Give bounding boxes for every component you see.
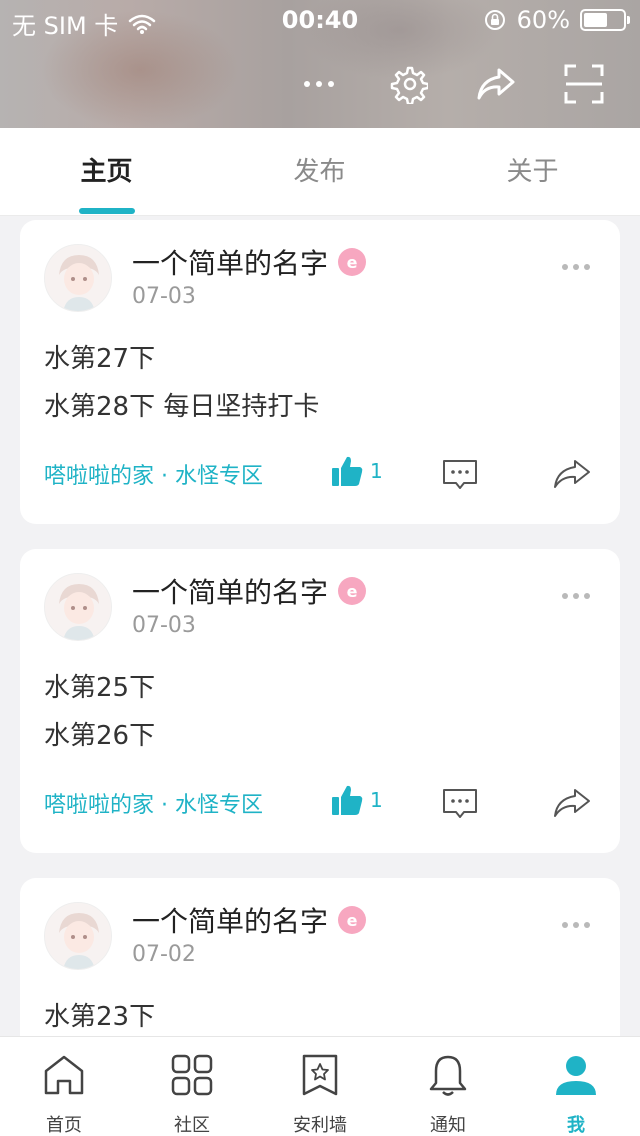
- post-card[interactable]: 一个简单的名字 e 07-03 水第25下 水第26下 嗒啦啦的家 · 水怪专区…: [20, 549, 620, 853]
- comment-icon: [443, 789, 477, 818]
- nav-home[interactable]: 首页: [0, 1037, 128, 1136]
- avatar[interactable]: [44, 573, 112, 641]
- settings-gear-icon[interactable]: [384, 60, 432, 108]
- post-community-tags[interactable]: 嗒啦啦的家 · 水怪专区: [44, 458, 263, 490]
- avatar[interactable]: [44, 244, 112, 312]
- post-text-line: 水第28下 每日坚持打卡: [44, 392, 320, 422]
- tab-posts[interactable]: 发布: [213, 128, 426, 216]
- comment-button[interactable]: [442, 787, 478, 819]
- level-badge-icon: e: [338, 906, 367, 934]
- bottom-tab-bar: 首页 社区 安利墙 通知 我: [0, 1036, 640, 1136]
- scan-icon[interactable]: [560, 60, 608, 108]
- nav-label: 首页: [46, 1115, 82, 1136]
- profile-header: 无 SIM 卡 00:40 60%: [0, 0, 640, 128]
- post-date: 07-03: [132, 613, 196, 638]
- battery-icon: [580, 9, 630, 31]
- battery-percent: 60%: [516, 6, 570, 34]
- nav-recommend-wall[interactable]: 安利墙: [256, 1037, 384, 1136]
- nav-me[interactable]: 我: [512, 1037, 640, 1136]
- more-options-icon[interactable]: [562, 922, 590, 928]
- share-icon: [554, 460, 590, 488]
- nav-label: 安利墙: [293, 1115, 347, 1136]
- nav-label: 社区: [174, 1115, 210, 1136]
- comment-button[interactable]: [442, 458, 478, 490]
- user-icon: [556, 1056, 596, 1095]
- avatar[interactable]: [44, 902, 112, 970]
- nav-community[interactable]: 社区: [128, 1037, 256, 1136]
- post-text-line: 水第23下: [44, 1002, 156, 1032]
- share-post-button[interactable]: [552, 787, 592, 819]
- level-badge-icon: e: [338, 577, 367, 605]
- like-button[interactable]: 1: [330, 454, 383, 488]
- share-post-button[interactable]: [552, 458, 592, 490]
- post-card[interactable]: 一个简单的名字 e 07-02 水第23下: [20, 878, 620, 1058]
- tab-about[interactable]: 关于: [426, 128, 639, 216]
- post-card[interactable]: 一个简单的名字 e 07-03 水第27下 水第28下 每日坚持打卡 嗒啦啦的家…: [20, 220, 620, 524]
- post-text-line: 水第27下: [44, 344, 156, 374]
- nav-label: 通知: [430, 1115, 466, 1136]
- post-text-line: 水第25下: [44, 673, 156, 703]
- username[interactable]: 一个简单的名字: [132, 242, 328, 282]
- more-icon[interactable]: [295, 60, 343, 108]
- rotation-lock-icon: [484, 10, 505, 30]
- thumbs-up-icon: [332, 456, 363, 486]
- post-author[interactable]: 一个简单的名字 e: [132, 571, 367, 611]
- status-right: 60%: [483, 6, 630, 34]
- nav-label: 我: [567, 1115, 585, 1136]
- post-author[interactable]: 一个简单的名字 e: [132, 900, 367, 940]
- post-author[interactable]: 一个简单的名字 e: [132, 242, 367, 282]
- username[interactable]: 一个简单的名字: [132, 571, 328, 611]
- home-icon: [44, 1055, 84, 1095]
- share-icon: [554, 789, 590, 817]
- grid-icon: [171, 1054, 213, 1096]
- level-badge-icon: e: [338, 248, 367, 276]
- tab-home[interactable]: 主页: [0, 128, 213, 216]
- battery-fill: [584, 13, 607, 27]
- like-button[interactable]: 1: [330, 783, 383, 817]
- post-community-tags[interactable]: 嗒啦啦的家 · 水怪专区: [44, 787, 263, 819]
- status-bar: 无 SIM 卡 00:40 60%: [0, 0, 640, 40]
- thumbs-up-icon: [332, 785, 363, 815]
- bookmark-star-icon: [302, 1054, 338, 1096]
- post-date: 07-02: [132, 942, 196, 967]
- post-text-line: 水第26下: [44, 721, 156, 751]
- tab-active-indicator: [79, 208, 135, 214]
- username[interactable]: 一个简单的名字: [132, 900, 328, 940]
- comment-icon: [443, 460, 477, 489]
- post-date: 07-03: [132, 284, 196, 309]
- more-options-icon[interactable]: [562, 264, 590, 270]
- profile-tabs: 主页 发布 关于: [0, 128, 640, 216]
- share-icon[interactable]: [472, 60, 520, 108]
- more-options-icon[interactable]: [562, 593, 590, 599]
- like-count: 1: [370, 788, 383, 812]
- nav-notifications[interactable]: 通知: [384, 1037, 512, 1136]
- like-count: 1: [370, 459, 383, 483]
- bell-icon: [429, 1055, 467, 1096]
